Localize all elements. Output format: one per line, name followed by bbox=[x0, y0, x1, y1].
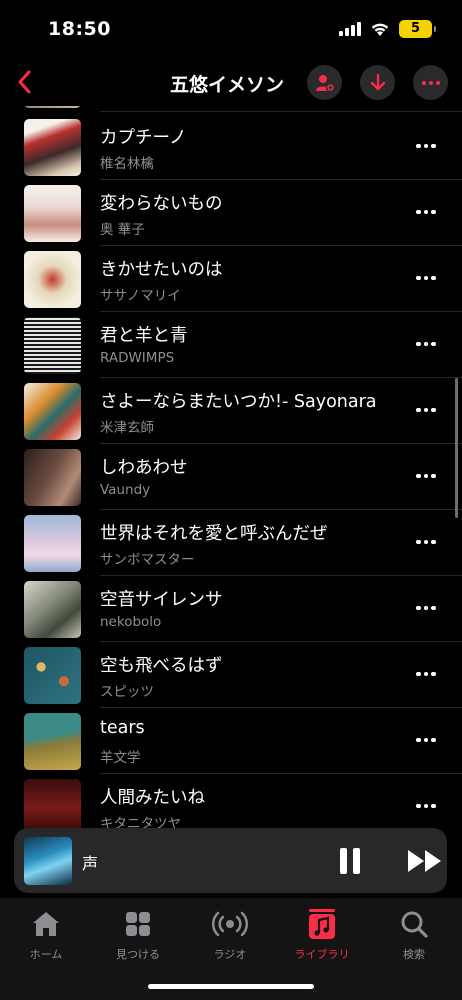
song-more-button[interactable] bbox=[414, 532, 438, 552]
song-artist: 奥 華子 bbox=[100, 222, 145, 238]
wifi-icon bbox=[371, 23, 389, 36]
song-more-button[interactable] bbox=[414, 598, 438, 618]
song-row-partial[interactable] bbox=[0, 106, 462, 112]
album-art bbox=[24, 383, 81, 440]
song-row[interactable]: カプチーノ 椎名林檎 bbox=[0, 114, 462, 180]
album-art bbox=[24, 647, 81, 704]
tab-library[interactable]: ライブラリ bbox=[282, 908, 362, 962]
album-art bbox=[24, 119, 81, 176]
tab-label: ラジオ bbox=[213, 948, 247, 961]
song-more-button[interactable] bbox=[414, 400, 438, 420]
song-row[interactable]: 空音サイレンサ nekobolo bbox=[0, 576, 462, 642]
song-artist: スピッツ bbox=[100, 684, 154, 700]
song-more-button[interactable] bbox=[414, 796, 438, 816]
album-art bbox=[24, 251, 81, 308]
song-more-button[interactable] bbox=[414, 730, 438, 750]
home-icon bbox=[33, 912, 59, 936]
home-indicator[interactable] bbox=[148, 984, 314, 989]
download-icon bbox=[370, 73, 385, 90]
song-row[interactable]: 君と羊と青 RADWIMPS bbox=[0, 312, 462, 378]
more-options-button[interactable] bbox=[413, 65, 448, 100]
song-artist: RADWIMPS bbox=[100, 350, 175, 366]
song-artist: サンボマスター bbox=[100, 552, 195, 568]
fast-forward-icon[interactable] bbox=[406, 848, 444, 874]
song-title: しわあわせ bbox=[100, 458, 188, 478]
song-title: きかせたいのは bbox=[100, 260, 223, 280]
grid-icon bbox=[126, 912, 150, 936]
status-bar: 18:50 5 bbox=[0, 0, 462, 56]
song-more-button[interactable] bbox=[414, 334, 438, 354]
tab-radio[interactable]: ラジオ bbox=[190, 908, 270, 962]
add-person-icon bbox=[315, 74, 335, 92]
tab-label: 検索 bbox=[403, 948, 425, 961]
status-icons: 5 bbox=[339, 20, 436, 38]
song-title: 世界はそれを愛と呼ぶんだぜ bbox=[100, 524, 328, 544]
song-more-button[interactable] bbox=[414, 136, 438, 156]
tab-home[interactable]: ホーム bbox=[6, 908, 86, 962]
add-collaborator-button[interactable] bbox=[307, 65, 342, 100]
search-icon bbox=[401, 911, 428, 938]
song-artist: 椎名林檎 bbox=[100, 156, 154, 172]
tab-label: ライブラリ bbox=[294, 948, 350, 961]
download-button[interactable] bbox=[360, 65, 395, 100]
song-artist: Vaundy bbox=[100, 482, 151, 498]
song-row[interactable]: しわあわせ Vaundy bbox=[0, 444, 462, 510]
pause-icon bbox=[340, 848, 347, 874]
song-artist: ササノマリイ bbox=[100, 288, 181, 304]
song-row[interactable]: tears 羊文学 bbox=[0, 708, 462, 774]
tab-search[interactable]: 検索 bbox=[374, 908, 454, 962]
song-title: 変わらないもの bbox=[100, 194, 223, 214]
tab-label: ホーム bbox=[29, 948, 63, 961]
song-artist: 羊文学 bbox=[100, 750, 141, 766]
song-row[interactable]: 空も飛べるはず スピッツ bbox=[0, 642, 462, 708]
music-note-icon bbox=[309, 909, 335, 939]
song-row[interactable]: 変わらないもの 奥 華子 bbox=[0, 180, 462, 246]
nav-bar: 五悠イメソン bbox=[0, 60, 462, 106]
song-title: さよーならまたいつか!- Sayonara bbox=[100, 392, 377, 412]
song-more-button[interactable] bbox=[414, 466, 438, 486]
song-more-button[interactable] bbox=[414, 268, 438, 288]
tab-label: 見つける bbox=[116, 948, 160, 961]
nav-actions bbox=[307, 65, 448, 100]
status-time: 18:50 bbox=[48, 18, 111, 40]
song-row[interactable]: 人間みたいね キタニタツヤ bbox=[0, 774, 462, 830]
album-art bbox=[24, 106, 81, 108]
song-row[interactable]: さよーならまたいつか!- Sayonara 米津玄師 bbox=[0, 378, 462, 444]
album-art bbox=[24, 185, 81, 242]
mini-player[interactable]: 声 bbox=[14, 828, 447, 893]
song-row[interactable]: 世界はそれを愛と呼ぶんだぜ サンボマスター bbox=[0, 510, 462, 576]
cellular-signal-icon bbox=[339, 22, 361, 36]
now-playing-art bbox=[24, 837, 72, 885]
album-art bbox=[24, 779, 81, 830]
album-art bbox=[24, 581, 81, 638]
song-more-button[interactable] bbox=[414, 664, 438, 684]
song-title: 空も飛べるはず bbox=[100, 656, 223, 676]
radio-icon bbox=[211, 911, 249, 937]
scroll-indicator[interactable] bbox=[455, 378, 458, 518]
battery-icon: 5 bbox=[399, 20, 436, 38]
album-art bbox=[24, 515, 81, 572]
song-list[interactable]: カプチーノ 椎名林檎 変わらないもの 奥 華子 きかせたいのは ササノマリイ 君… bbox=[0, 106, 462, 830]
more-icon bbox=[421, 80, 440, 85]
album-art bbox=[24, 449, 81, 506]
album-art bbox=[24, 317, 81, 374]
pause-button[interactable] bbox=[340, 848, 364, 874]
song-title: tears bbox=[100, 718, 145, 738]
album-art bbox=[24, 713, 81, 770]
song-title: 君と羊と青 bbox=[100, 326, 188, 346]
tab-browse[interactable]: 見つける bbox=[98, 908, 178, 962]
song-artist: 米津玄師 bbox=[100, 420, 154, 436]
song-row[interactable]: きかせたいのは ササノマリイ bbox=[0, 246, 462, 312]
now-playing-title: 声 bbox=[82, 854, 99, 873]
song-title: カプチーノ bbox=[100, 128, 187, 148]
row-separator bbox=[100, 111, 462, 112]
song-more-button[interactable] bbox=[414, 202, 438, 222]
song-title: 空音サイレンサ bbox=[100, 590, 223, 610]
song-artist: nekobolo bbox=[100, 614, 162, 630]
song-title: 人間みたいね bbox=[100, 788, 205, 808]
